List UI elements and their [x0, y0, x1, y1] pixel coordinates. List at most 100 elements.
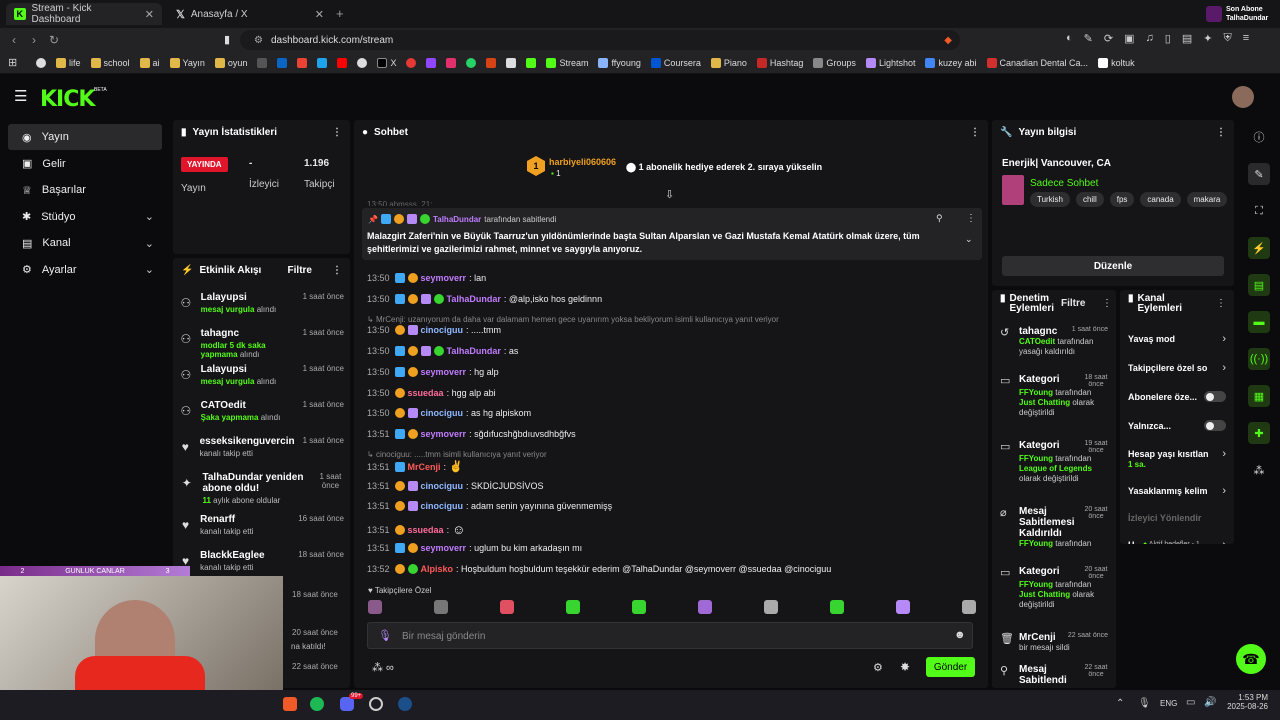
kick-logo[interactable]: KICK — [40, 87, 95, 112]
message-user[interactable]: seymoverr — [421, 429, 467, 439]
site-info-icon[interactable]: ⚙ — [254, 35, 263, 46]
back-icon[interactable]: ‹ — [4, 33, 24, 47]
media-icon[interactable]: ♫ — [1146, 32, 1154, 45]
message-user[interactable]: Alpisko — [421, 564, 454, 574]
sidebar-item-ayarlar[interactable]: ⚙ Ayarlar ⌄ — [8, 257, 162, 283]
chat-message[interactable]: 13:50 TalhaDundar: @alp,isko hos geldinn… — [367, 294, 602, 304]
bookmark-item[interactable]: Stream — [546, 57, 588, 68]
chat-message[interactable]: 13:51 cinociguu: SKDİCJUDSİVOS — [367, 481, 544, 491]
chat-settings-icon[interactable]: ⁂ ∞ — [372, 661, 394, 674]
bookmark-item[interactable]: ai — [139, 57, 160, 68]
address-bar[interactable]: ⚙ dashboard.kick.com/stream ◆ — [240, 30, 960, 50]
event-name[interactable]: TalhaDundar yeniden abone oldu! — [202, 472, 308, 494]
gift-cta[interactable]: ⬤ 1 abonelik hediye ederek 2. sıraya yük… — [626, 162, 822, 173]
discord-icon[interactable] — [340, 697, 354, 711]
emote-icon[interactable] — [434, 600, 448, 614]
bookmark-item[interactable]: oyun — [214, 57, 247, 68]
menu-icon[interactable]: ≡ — [1243, 32, 1249, 45]
bookmark-item[interactable] — [526, 57, 537, 68]
pinned-by-user[interactable]: TalhaDundar — [433, 215, 481, 224]
bookmark-item[interactable]: Lightshot — [865, 57, 915, 68]
gear-icon[interactable]: ⚙ — [873, 661, 883, 674]
bookmark-item[interactable]: life — [56, 57, 81, 68]
mic-icon[interactable]: 🎙 — [1138, 698, 1151, 709]
emote-icon[interactable] — [368, 600, 382, 614]
stream-tag[interactable]: fps — [1109, 192, 1135, 207]
channel-action-item[interactable]: Takipçilere özel so › — [1120, 353, 1234, 382]
event-name[interactable]: BlackkEaglee — [200, 550, 290, 561]
message-user[interactable]: cinociguu — [421, 408, 464, 418]
edit-button[interactable]: Düzenle — [1002, 256, 1224, 276]
bookmark-item[interactable] — [486, 57, 497, 68]
send-button[interactable]: Gönder — [926, 657, 975, 677]
bookmark-item[interactable]: Coursera — [650, 57, 701, 68]
extension-icon[interactable]: ▣ — [1124, 32, 1134, 45]
chat-message[interactable]: 13:51 ssuedaa: ☺ — [367, 522, 465, 537]
emoji-icon[interactable]: ☻ — [954, 629, 966, 641]
sidebar-item-gelir[interactable]: ▣ Gelir — [8, 151, 162, 177]
toggle-switch[interactable] — [1204, 391, 1226, 402]
sidebar-item-yayin[interactable]: ◉ Yayın — [8, 124, 162, 150]
emote-icon[interactable] — [632, 600, 646, 614]
bookmark-item[interactable]: kuzey abi — [925, 57, 977, 68]
bolt-icon[interactable]: ⚡ — [1248, 237, 1270, 259]
stream-tag[interactable]: canada — [1140, 192, 1181, 207]
chat-message[interactable]: 13:51 seymoverr: uglum bu kim arkadaşın … — [367, 543, 582, 553]
bookmark-item[interactable] — [337, 57, 348, 68]
bookmark-item[interactable]: X — [377, 57, 396, 68]
tab-stream[interactable]: K Stream - Kick Dashboard ✕ — [6, 3, 162, 25]
support-chat-button[interactable]: ☎ — [1236, 644, 1266, 674]
tray-chevron-icon[interactable]: ⌃ — [1116, 698, 1124, 709]
chevron-down-icon[interactable]: ⌄ — [965, 234, 973, 245]
brave-shield-icon[interactable]: ◆ — [944, 35, 952, 46]
event-name[interactable]: tahagnc — [201, 328, 295, 339]
chat-icon[interactable]: ▬ — [1248, 311, 1270, 333]
channel-action-item[interactable]: Yavaş mod › — [1120, 324, 1234, 353]
close-icon[interactable]: ✕ — [315, 8, 324, 21]
filter-button[interactable]: Filtre — [1061, 298, 1085, 309]
sidebar-item-basarilar[interactable]: ♕ Başarılar — [8, 177, 162, 203]
chat-message[interactable]: 13:50 TalhaDundar: as — [367, 346, 518, 356]
bookmark-item[interactable]: school — [90, 57, 130, 68]
channel-action-item[interactable]: H. ● Aktif hedefler - 1 › — [1120, 530, 1234, 545]
bookmark-item[interactable] — [406, 57, 417, 68]
bookmark-item[interactable]: Piano — [710, 57, 747, 68]
spotify-icon[interactable] — [310, 697, 324, 711]
apps-grid-icon[interactable]: ⊞ — [8, 56, 17, 69]
bookmark-item[interactable] — [426, 57, 437, 68]
event-name[interactable]: esseksikenguvercin — [200, 436, 295, 447]
message-user[interactable]: ssuedaa — [408, 388, 444, 398]
more-options-icon[interactable]: ⋮ — [1216, 298, 1226, 309]
language-indicator[interactable]: ENG — [1160, 699, 1177, 708]
chat-message[interactable]: 13:50 ssuedaa: hgg alp abi — [367, 388, 496, 398]
extension-icon[interactable]: ◐ — [1066, 32, 1073, 45]
bookmark-item[interactable] — [506, 57, 517, 68]
message-user[interactable]: MrCenji — [408, 462, 441, 472]
chat-message[interactable]: 13:51 MrCenji: ✌ — [367, 460, 463, 473]
more-options-icon[interactable]: ⋮ — [332, 265, 342, 276]
filter-button[interactable]: Filtre — [288, 265, 312, 276]
bookmark-item[interactable] — [466, 57, 477, 68]
message-user[interactable]: cinociguu — [421, 325, 464, 335]
fullscreen-icon[interactable]: ⛶ — [1248, 200, 1270, 222]
new-tab-icon[interactable]: + — [336, 6, 344, 21]
sidebar-icon[interactable]: ▯ — [1165, 32, 1171, 45]
edit-icon[interactable]: ✎ — [1248, 163, 1270, 185]
message-user[interactable]: cinociguu — [421, 501, 464, 511]
chat-message[interactable]: 13:50 seymoverr: hg alp — [367, 367, 499, 377]
bookmark-item[interactable]: Canadian Dental Ca... — [986, 57, 1088, 68]
bookmark-icon[interactable]: ▮ — [224, 33, 230, 46]
message-user[interactable]: cinociguu — [421, 481, 464, 491]
broadcast-icon[interactable]: ((·)) — [1248, 348, 1270, 370]
bookmark-item[interactable]: Groups — [813, 57, 856, 68]
message-user[interactable]: seymoverr — [421, 543, 467, 553]
emote-icon[interactable] — [698, 600, 712, 614]
more-options-icon[interactable]: ⋮ — [332, 127, 342, 138]
extension-icon[interactable]: ⟳ — [1104, 32, 1113, 45]
hamburger-menu-icon[interactable]: ☰ — [14, 87, 27, 105]
pinned-message[interactable]: 📌 TalhaDundar tarafından sabitlendi ⚲ ⋮ … — [362, 208, 982, 260]
message-user[interactable]: seymoverr — [421, 367, 467, 377]
pin-icon[interactable]: ⚲ — [936, 213, 943, 224]
bookmark-item[interactable] — [446, 57, 457, 68]
more-options-icon[interactable]: ⋮ — [1102, 298, 1112, 309]
